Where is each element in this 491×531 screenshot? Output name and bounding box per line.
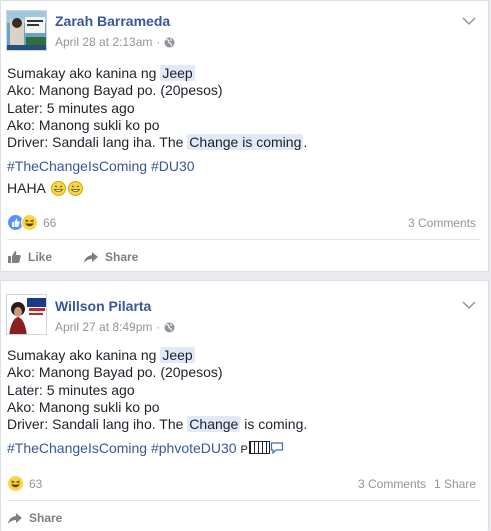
avatar[interactable] [6, 10, 47, 51]
hashtag-link[interactable]: #TheChangeIsComing [7, 440, 147, 456]
line-text: . [303, 134, 308, 151]
share-arrow-icon [8, 512, 22, 524]
post-line: Ako: Manong Bayad po. (20pesos) [7, 82, 223, 99]
post-line: Sumakay ako kanina ng Jeep [7, 65, 480, 82]
speech-bubble-icon [270, 440, 284, 456]
reaction-count[interactable]: 66 [43, 216, 56, 230]
highlighted-keyword[interactable]: Change is coming [187, 134, 304, 151]
post-meta: April 27 at 8:49pm · [55, 320, 175, 334]
haha-text: HAHA [7, 180, 46, 196]
post-body: Sumakay ako kanina ng Jeep Ako: Manong B… [7, 347, 480, 433]
post-timestamp[interactable]: April 28 at 2:13am [55, 35, 152, 49]
post-line: Ako: Manong sukli ko po [7, 116, 160, 133]
post-meta: April 28 at 2:13am · [55, 35, 175, 49]
highlighted-keyword[interactable]: Change [187, 416, 241, 433]
divider [7, 500, 480, 501]
haha-reaction-icon [7, 475, 24, 492]
avatar[interactable] [6, 294, 47, 335]
share-label: Share [105, 250, 139, 264]
hashtags: #TheChangeIsComing #DU30 [7, 158, 195, 174]
thumbs-up-icon [8, 251, 21, 263]
post-line: Driver: Sandali lang iho. The Change is … [7, 416, 480, 433]
post-card: Willson Pilarta April 27 at 8:49pm · Sum… [0, 280, 489, 531]
divider [7, 239, 480, 240]
post-timestamp[interactable]: April 27 at 8:49pm [55, 320, 152, 334]
hashtag-link[interactable]: #phvoteDU30 [151, 440, 237, 456]
highlighted-keyword[interactable]: Jeep [160, 65, 195, 81]
reaction-summary[interactable]: 66 [7, 214, 56, 231]
meta-separator: · [156, 320, 161, 334]
line-text: Driver: Sandali lang iho. The [7, 416, 188, 433]
line-text: is coming. [240, 416, 308, 433]
post-line: Driver: Sandali lang iha. The Change is … [7, 134, 480, 151]
post-line: Ako: Manong Bayad po. (20pesos) [7, 364, 223, 381]
share-label: Share [29, 511, 63, 525]
chevron-down-icon[interactable] [462, 13, 476, 26]
grinning-emoji-icon [50, 180, 66, 196]
share-arrow-icon [84, 251, 98, 263]
like-label: Like [28, 250, 53, 264]
reaction-summary[interactable]: 63 [7, 475, 42, 492]
post-author[interactable]: Willson Pilarta [55, 298, 151, 314]
hashtag-suffix: P [240, 444, 248, 456]
line-text: Sumakay ako kanina ng [7, 347, 161, 363]
like-button[interactable]: Like [7, 250, 52, 264]
line-text: Sumakay ako kanina ng [7, 65, 161, 81]
haha-reaction-icon [21, 214, 38, 231]
boxed-glyph-icon [248, 441, 270, 454]
grinning-emoji-icon [67, 180, 83, 196]
shares-count[interactable]: 1 Share [434, 477, 476, 491]
share-button[interactable]: Share [7, 511, 62, 525]
post-line: Ako: Manong sukli ko po [7, 398, 160, 415]
hashtags: #TheChangeIsComing #phvoteDU30 P [7, 440, 284, 456]
chevron-down-icon[interactable] [462, 297, 476, 310]
post-line: Sumakay ako kanina ng Jeep [7, 347, 480, 364]
share-button[interactable]: Share [83, 250, 138, 264]
post-body: Sumakay ako kanina ng Jeep Ako: Manong B… [7, 65, 480, 151]
haha-line: HAHA [7, 180, 83, 196]
line-text: Driver: Sandali lang iha. The [7, 134, 188, 151]
hashtag-link[interactable]: #DU30 [151, 158, 195, 174]
comments-count[interactable]: 3 Comments [408, 216, 476, 230]
post-line: Later: 5 minutes ago [7, 381, 135, 398]
comments-count[interactable]: 3 Comments [358, 477, 426, 491]
meta-separator: · [156, 35, 161, 49]
hashtag-link[interactable]: #TheChangeIsComing [7, 158, 147, 174]
post-card: Zarah Barrameda April 28 at 2:13am · Sum… [0, 0, 489, 272]
reaction-count[interactable]: 63 [29, 477, 42, 491]
globe-icon [164, 37, 175, 48]
globe-icon [164, 322, 175, 333]
post-author[interactable]: Zarah Barrameda [55, 13, 170, 29]
post-line: Later: 5 minutes ago [7, 99, 135, 116]
highlighted-keyword[interactable]: Jeep [160, 347, 195, 363]
